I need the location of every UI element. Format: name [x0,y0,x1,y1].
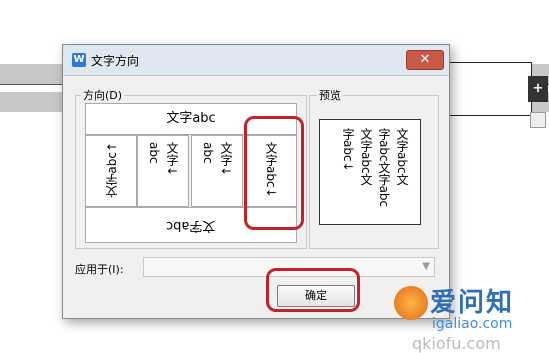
watermark-url-secondary: qkiofu.com [412,334,501,353]
watermark-url: igaliao.com [432,316,513,332]
preview-group-label: 预览 [317,87,343,103]
direction-option-vertical-stacked-alt[interactable]: 文字↓ abc [191,135,243,207]
apply-to-label: 应用于(I): [75,263,124,276]
table-add-row-handle[interactable]: + [528,76,548,102]
direction-option-label: 文字↓ [165,142,179,177]
direction-option-label: 文字↓ [219,142,233,177]
wps-app-icon: W [72,53,86,67]
dialog-title: 文字方向 [91,54,140,68]
direction-group-label: 方向(D) [81,87,125,103]
watermark-brand: 爱问知 [430,288,515,318]
close-button[interactable]: ✕ [406,50,444,70]
dialog-titlebar[interactable]: W 文字方向 ✕ [63,45,449,76]
direction-option-vertical-up[interactable]: 文字abc↑ [85,135,137,207]
preview-text: 字abc文字abc [377,128,391,208]
document-table-cell [448,62,532,116]
watermark: 爱问知 igaliao.com qkiofu.com [392,280,549,353]
direction-option-label: 文字abc↑ [105,142,119,198]
preview-text: 文字abc文 [395,128,409,186]
direction-option-vertical-stacked[interactable]: 文字↓ abc [137,135,189,207]
direction-option-label: 文字abc [166,218,216,233]
watermark-logo-icon [394,286,428,320]
preview-text: 字abc↓ [341,128,355,172]
preview-text: 文字abc文 [359,128,373,186]
chevron-down-icon: ▼ [422,261,430,272]
table-resize-handle[interactable] [530,112,546,128]
highlight-selected-direction [244,116,304,230]
highlight-ok-button [266,268,360,312]
direction-option-label: abc [201,142,215,164]
direction-option-label: abc [147,142,161,164]
preview-box: 文字abc文 字abc文字abc 文字abc文 字abc↓ [319,119,421,225]
